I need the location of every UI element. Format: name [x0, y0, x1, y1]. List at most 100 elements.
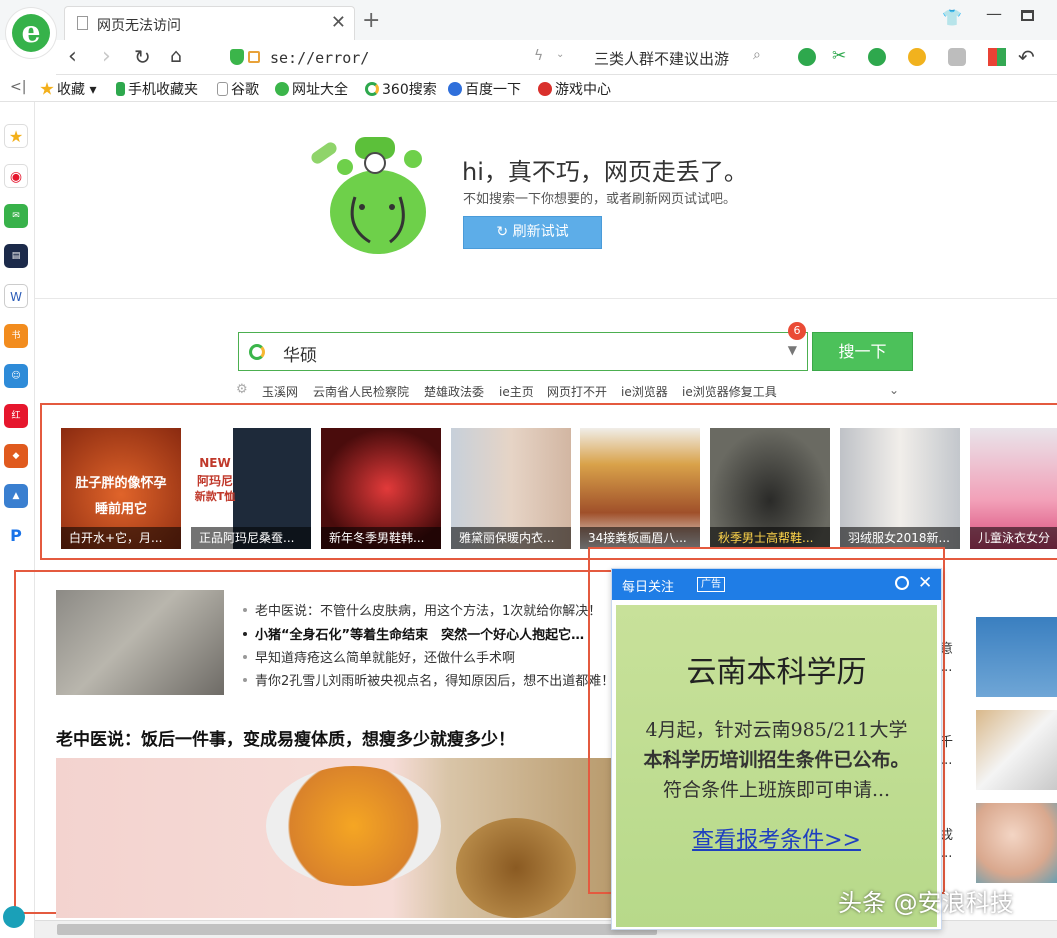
weibo-icon[interactable]: ◉	[4, 164, 28, 188]
product-card[interactable]: 儿童泳衣女分	[970, 428, 1057, 549]
bookmarks-bar: <| 收藏 ▾ 手机收藏夹 谷歌 网址大全 360搜索 百度一下 游戏中心	[0, 75, 1057, 102]
product-card[interactable]: 羽绒服女2018新...	[840, 428, 960, 549]
home-icon[interactable]: ⌂	[170, 45, 182, 67]
error-subtitle: 不如搜索一下你想要的，或者刷新网页试试吧。	[463, 192, 737, 207]
close-icon[interactable]: ✕	[918, 573, 932, 593]
assistant-icon[interactable]	[3, 906, 25, 928]
product-card[interactable]: 秋季男士高帮鞋...	[710, 428, 830, 549]
apps-icon[interactable]	[988, 48, 1006, 66]
p-app-icon[interactable]: P	[4, 524, 28, 548]
game-app-icon[interactable]: ◆	[4, 444, 28, 468]
maximize-icon[interactable]	[1021, 10, 1034, 21]
hotword[interactable]: 云南省人民检察院	[313, 383, 409, 400]
hotword[interactable]: ie浏览器修复工具	[682, 383, 777, 400]
coupon-icon[interactable]	[908, 48, 926, 66]
bookmark-favorites[interactable]: 收藏 ▾	[40, 79, 96, 99]
ad-content[interactable]: 云南本科学历 4月起，针对云南985/211大学 本科学历培训招生条件已公布。 …	[616, 605, 937, 927]
forward-icon[interactable]: ›	[102, 44, 111, 69]
chevron-down-icon[interactable]: ▼	[788, 343, 797, 357]
news-link[interactable]: 小猪“全身石化”等着生命结束 突然一个好心人抱起它…	[243, 624, 584, 643]
reader-icon[interactable]	[798, 48, 816, 66]
address-bar: ‹ › ↻ ⌂ se://error/ ϟ ⌄ 三类人群不建议出游 ⌕ ✂ ↶	[56, 40, 1057, 75]
word-doc-icon[interactable]: W	[4, 284, 28, 308]
chevron-down-icon[interactable]: ⌄	[889, 383, 899, 397]
star-icon	[40, 82, 54, 95]
divider	[35, 298, 1057, 299]
hotword[interactable]: 网页打不开	[547, 383, 607, 400]
game-icon[interactable]	[948, 48, 966, 66]
ad-tag: 广告	[697, 577, 725, 592]
gear-icon[interactable]: ⚙	[236, 382, 248, 397]
search-button[interactable]: 搜一下	[812, 332, 913, 371]
search-query: 华硕	[283, 346, 317, 366]
novel-icon[interactable]: 书	[4, 324, 28, 348]
settings-icon[interactable]	[895, 576, 909, 590]
news-link[interactable]: 老中医说：不管什么皮肤病，用这个方法，1次就给你解决！	[243, 600, 601, 619]
page-icon	[77, 16, 88, 30]
news-thumbnail[interactable]	[976, 710, 1057, 790]
search-text: 三类人群不建议出游	[594, 50, 730, 68]
news-link[interactable]: 青你2孔雪儿刘雨昕被央视点名，得知原因后，想不出道都难！	[243, 670, 614, 689]
so-logo-icon	[249, 344, 265, 360]
hotword[interactable]: ie浏览器	[621, 383, 668, 400]
refresh-icon: ↻	[496, 224, 513, 240]
bookmark-google[interactable]: 谷歌	[217, 79, 259, 99]
game-center-icon	[538, 82, 552, 96]
xiaohongshu-icon[interactable]: 红	[4, 404, 28, 428]
lock-icon	[248, 51, 260, 63]
scrollbar-thumb[interactable]	[57, 924, 657, 935]
bookmark-game-center[interactable]: 游戏中心	[538, 79, 611, 99]
ad-link[interactable]: 查看报考条件>>	[616, 822, 937, 854]
browser-window: e 网页无法访问 ✕ + 👕 — ‹ › ↻ ⌂ se://error/ ϟ ⌄…	[0, 0, 1057, 938]
url-text: se://error/	[270, 49, 370, 67]
undo-icon[interactable]: ↶	[1018, 45, 1035, 69]
hotword[interactable]: 楚雄政法委	[424, 383, 484, 400]
news-thumbnail[interactable]	[976, 803, 1057, 883]
so-icon	[365, 82, 379, 96]
news-thumbnail[interactable]	[56, 590, 224, 695]
scissors-icon[interactable]: ✂	[832, 46, 846, 66]
paw-icon	[448, 82, 462, 96]
shirt-icon[interactable]: 👕	[942, 8, 962, 27]
article-image[interactable]	[56, 758, 616, 918]
translate-icon[interactable]	[868, 48, 886, 66]
product-card[interactable]: 雅黛丽保暖内衣...	[451, 428, 571, 549]
lightning-icon[interactable]: ϟ	[534, 48, 543, 64]
tab-active[interactable]: 网页无法访问 ✕	[64, 6, 355, 40]
article-headline[interactable]: 老中医说：饭后一件事，变成易瘦体质，想瘦多少就瘦多少！	[56, 725, 515, 750]
ad-line: 4月起，针对云南985/211大学	[645, 719, 908, 741]
tab-close-icon[interactable]: ✕	[331, 12, 346, 33]
sidebar-toggle-icon[interactable]: <|	[10, 79, 26, 95]
news-link[interactable]: 早知道痔疮这么简单就能好，还做什么手术啊	[243, 647, 515, 666]
reload-icon[interactable]: ↻	[134, 45, 151, 69]
game-avatar-icon[interactable]: ☺	[4, 364, 28, 388]
product-card[interactable]: NEW 阿玛尼 新款T恤 正品阿玛尼桑蚕...	[191, 428, 311, 549]
browser-logo-icon[interactable]: e	[6, 8, 56, 58]
shield-icon	[230, 49, 244, 65]
retry-button[interactable]: ↻ 刷新试试	[463, 216, 602, 249]
hotword[interactable]: ie主页	[499, 383, 534, 400]
ad-line: 本科学历培训招生条件已公布。	[643, 749, 910, 771]
minimize-icon[interactable]: —	[986, 4, 1002, 23]
hotword[interactable]: 玉溪网	[262, 383, 298, 400]
new-tab-button[interactable]: +	[362, 8, 380, 33]
bookmark-360search[interactable]: 360搜索	[365, 79, 437, 99]
news-thumbnail[interactable]	[976, 617, 1057, 697]
news-app-icon[interactable]: ▤	[4, 244, 28, 268]
bookmark-mobile[interactable]: 手机收藏夹	[116, 79, 198, 99]
mail-icon[interactable]: ✉	[4, 204, 28, 228]
favorites-icon[interactable]: ★	[4, 124, 28, 148]
product-card[interactable]: 肚子胖的像怀孕 睡前用它 白开水+它，月...	[61, 428, 181, 549]
bookmark-baidu[interactable]: 百度一下	[448, 79, 521, 99]
notification-badge: 6	[788, 322, 806, 340]
strategy-game-icon[interactable]: ▲	[4, 484, 28, 508]
chevron-down-icon[interactable]: ⌄	[556, 49, 564, 60]
main-search-input[interactable]: 华硕 ▼	[238, 332, 808, 371]
bookmark-hao[interactable]: 网址大全	[275, 79, 348, 99]
back-icon[interactable]: ‹	[68, 44, 77, 69]
ad-line: 符合条件上班族即可申请...	[662, 779, 891, 801]
product-card[interactable]: 新年冬季男鞋韩...	[321, 428, 441, 549]
search-icon[interactable]: ⌕	[753, 47, 761, 63]
product-card[interactable]: 34接粪板画眉八...	[580, 428, 700, 549]
plus-circle-icon	[275, 82, 289, 96]
